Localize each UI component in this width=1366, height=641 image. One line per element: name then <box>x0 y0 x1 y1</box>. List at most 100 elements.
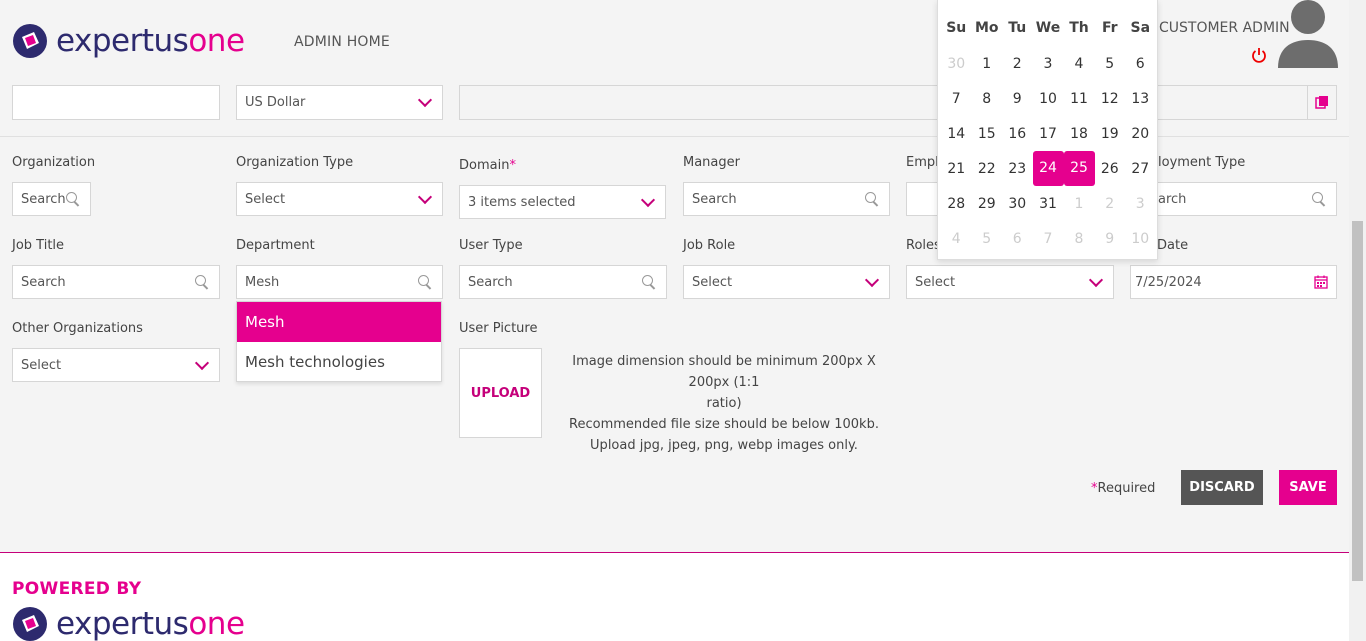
label-date: Date <box>1157 238 1189 253</box>
search-icon <box>195 275 209 289</box>
job-title-search[interactable]: Search <box>12 265 220 299</box>
calendar-day[interactable]: 25 <box>1063 151 1095 186</box>
calendar-day[interactable]: 30 <box>941 46 972 81</box>
user-type-search[interactable]: Search <box>459 265 667 299</box>
calendar-day[interactable]: 6 <box>1125 46 1156 81</box>
upload-button[interactable]: UPLOAD <box>459 348 542 438</box>
calendar-day[interactable]: 19 <box>1095 116 1126 151</box>
calendar-day[interactable]: 15 <box>972 116 1003 151</box>
manager-search[interactable]: Search <box>683 182 890 216</box>
employment-type-search[interactable]: arch <box>1150 182 1337 216</box>
dropdown-option[interactable]: Mesh <box>237 302 441 342</box>
copy-icon[interactable] <box>1315 95 1329 109</box>
power-icon[interactable] <box>1251 47 1267 63</box>
calendar-day[interactable]: 13 <box>1125 81 1156 116</box>
nav-admin-home[interactable]: ADMIN HOME <box>294 34 390 50</box>
calendar-day[interactable]: 24 <box>1032 151 1064 186</box>
calendar-weekday: Tu <box>1008 20 1027 36</box>
calendar-day[interactable]: 31 <box>1033 186 1064 221</box>
calendar-day[interactable]: 7 <box>941 81 972 116</box>
discard-button[interactable]: DISCARD <box>1181 470 1263 505</box>
job-role-select[interactable]: Select <box>683 265 890 299</box>
chevron-down-icon <box>417 189 433 204</box>
dropdown-option[interactable]: Mesh technologies <box>237 342 441 382</box>
calendar-day[interactable]: 3 <box>1033 46 1064 81</box>
logo-mark-icon <box>13 24 47 58</box>
calendar-day[interactable]: 11 <box>1064 81 1095 116</box>
search-icon <box>418 275 432 289</box>
calendar-day[interactable]: 2 <box>1095 186 1126 221</box>
calendar-day[interactable]: 9 <box>1002 81 1033 116</box>
organization-type-select[interactable]: Select <box>236 182 443 216</box>
logo-wordmark: expertusone <box>56 22 245 59</box>
calendar-day-selected[interactable]: 25 <box>1063 151 1095 186</box>
search-icon <box>65 192 80 206</box>
calendar-day[interactable]: 1 <box>1064 186 1095 221</box>
calendar-day[interactable]: 10 <box>1125 221 1156 256</box>
calendar-day[interactable]: 8 <box>972 81 1003 116</box>
label-organization-type: Organization Type <box>236 155 354 170</box>
calendar-day[interactable]: 3 <box>1125 186 1156 221</box>
calendar-day[interactable]: 4 <box>941 221 972 256</box>
calendar-day[interactable]: 2 <box>1002 46 1033 81</box>
calendar-weekday: Th <box>1069 20 1089 36</box>
calendar-day[interactable]: 14 <box>941 116 972 151</box>
brand-logo[interactable]: expertusone <box>12 23 245 59</box>
scrollbar-thumb[interactable] <box>1352 221 1363 581</box>
calendar-day[interactable]: 20 <box>1125 116 1156 151</box>
calendar-day[interactable]: 29 <box>972 186 1003 221</box>
date-input[interactable]: 7/25/2024 <box>1130 265 1337 299</box>
chevron-down-icon <box>864 272 880 287</box>
label-organization: Organization <box>12 155 96 170</box>
calendar-day[interactable]: 22 <box>972 151 1003 186</box>
calendar-day[interactable]: 28 <box>941 186 972 221</box>
calendar-grid: Su Mo Tu We Th Fr Sa 30 1 2 3 4 5 6 7 8 9 10 11 12 13 14 15 16… <box>941 10 1156 256</box>
label-manager: Manager <box>683 155 740 170</box>
calendar-day[interactable]: 27 <box>1125 151 1156 186</box>
roles-select[interactable]: Select <box>906 265 1114 299</box>
required-note: *Required <box>1091 481 1156 496</box>
calendar-icon[interactable] <box>1314 275 1328 289</box>
search-icon <box>642 275 656 289</box>
calendar-day[interactable]: 16 <box>1002 116 1033 151</box>
domain-select[interactable]: 3 items selected <box>459 185 666 219</box>
calendar-weekday: Su <box>946 20 967 36</box>
logo-wordmark: expertusone <box>56 605 245 641</box>
label-user-type: User Type <box>459 238 523 253</box>
field-top-3[interactable] <box>459 85 1337 120</box>
calendar-day[interactable]: 5 <box>1095 46 1126 81</box>
save-button[interactable]: SAVE <box>1279 470 1337 505</box>
label-employment-type: loyment Type <box>1158 155 1246 170</box>
field-top-1[interactable] <box>12 85 220 120</box>
other-organizations-select[interactable]: Select <box>12 348 220 382</box>
calendar-day[interactable]: 4 <box>1064 46 1095 81</box>
organization-search[interactable]: Search <box>12 182 91 216</box>
calendar-day[interactable]: 12 <box>1095 81 1126 116</box>
calendar-day[interactable]: 8 <box>1064 221 1095 256</box>
calendar-day[interactable]: 17 <box>1033 116 1064 151</box>
label-department: Department <box>236 238 315 253</box>
avatar[interactable] <box>1277 0 1338 68</box>
calendar-weekday: Sa <box>1130 20 1151 36</box>
calendar-day-selected[interactable]: 24 <box>1032 151 1064 186</box>
calendar-day[interactable]: 9 <box>1095 221 1126 256</box>
calendar-day[interactable]: 23 <box>1002 151 1033 186</box>
calendar-day[interactable]: 10 <box>1033 81 1064 116</box>
department-search[interactable]: Mesh <box>236 265 443 299</box>
calendar-day[interactable]: 7 <box>1033 221 1064 256</box>
date-picker-popup: Su Mo Tu We Th Fr Sa 30 1 2 3 4 5 6 7 8 9 10 11 12 13 14 15 16… <box>937 0 1158 260</box>
currency-select[interactable]: US Dollar <box>236 85 443 120</box>
calendar-weekday: Mo <box>974 20 999 36</box>
label-roles: Roles <box>906 238 941 253</box>
calendar-day[interactable]: 6 <box>1002 221 1033 256</box>
calendar-day[interactable]: 21 <box>941 151 972 186</box>
calendar-day[interactable]: 18 <box>1064 116 1095 151</box>
calendar-day[interactable]: 1 <box>972 46 1003 81</box>
powered-by: POWERED BY <box>12 579 142 599</box>
calendar-day[interactable]: 26 <box>1095 151 1126 186</box>
calendar-day[interactable]: 30 <box>1002 186 1033 221</box>
field-divider <box>1307 86 1308 119</box>
label-job-role: Job Role <box>683 238 736 253</box>
search-icon <box>1312 192 1326 206</box>
calendar-day[interactable]: 5 <box>972 221 1003 256</box>
